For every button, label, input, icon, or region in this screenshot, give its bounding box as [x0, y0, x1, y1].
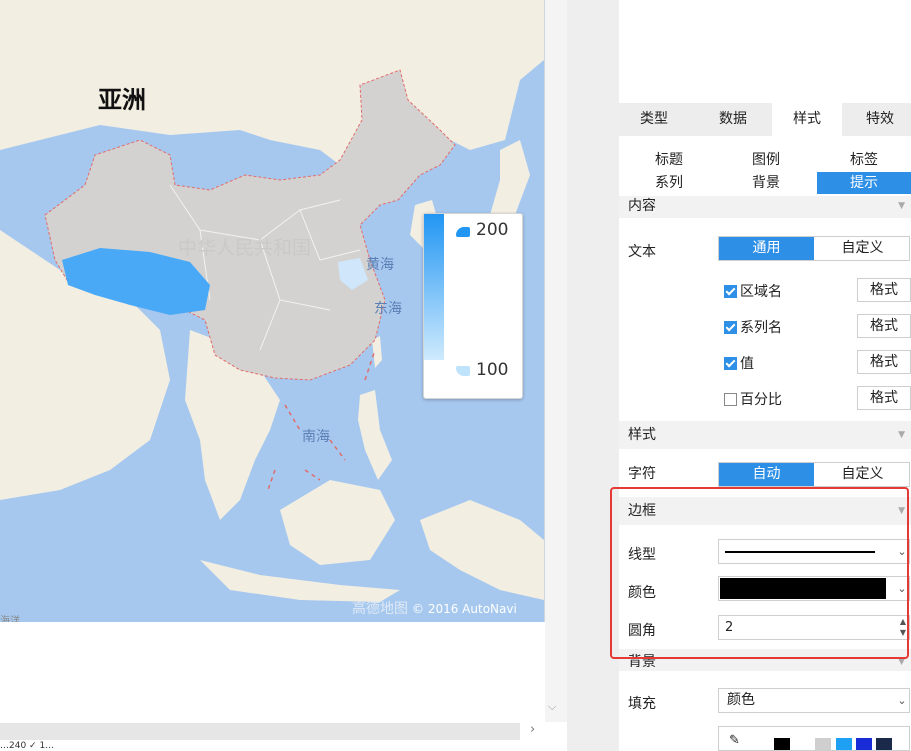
- legend-min-label: 100: [476, 360, 509, 380]
- char-label: 字符: [628, 466, 656, 482]
- visual-map-legend[interactable]: 200 100: [423, 213, 523, 399]
- swatch-gray[interactable]: [815, 738, 831, 750]
- subtab-background[interactable]: 背景: [721, 172, 811, 194]
- highlight-annotation: [610, 487, 909, 659]
- text-mode-toggle: 通用 自定义: [718, 236, 910, 261]
- checkbox-series-name[interactable]: 系列名: [724, 317, 782, 337]
- format-button-value[interactable]: 格式: [857, 350, 911, 374]
- subtab-tooltip[interactable]: 提示: [817, 172, 911, 194]
- subtab-label[interactable]: 标签: [817, 148, 911, 172]
- fill-label: 填充: [628, 696, 656, 712]
- subtab-title[interactable]: 标题: [624, 148, 714, 172]
- vertical-scrollbar[interactable]: [545, 0, 567, 722]
- chevron-down-icon: ▼: [898, 430, 905, 440]
- swatch-dark-blue[interactable]: [856, 738, 872, 750]
- section-style-label: 样式: [628, 427, 656, 443]
- sea-label-donghai: 东海: [374, 301, 402, 317]
- subtab-series[interactable]: 系列: [624, 172, 714, 194]
- canvas-blank-area: [0, 622, 544, 722]
- swatch-blue[interactable]: [836, 738, 852, 750]
- fill-select[interactable]: 颜色 ⌄: [718, 688, 910, 713]
- char-mode-auto[interactable]: 自动: [719, 463, 814, 486]
- eyedropper-icon[interactable]: ✎: [729, 733, 740, 748]
- checkbox-value[interactable]: 值: [724, 353, 754, 373]
- tab-effects[interactable]: 特效: [845, 103, 911, 136]
- chevron-down-icon[interactable]: ⌄: [895, 689, 909, 712]
- color-palette[interactable]: ✎: [718, 726, 910, 751]
- swatch-black[interactable]: [774, 738, 790, 750]
- checkbox-checked-icon[interactable]: [724, 284, 737, 298]
- checkbox-unchecked-icon[interactable]: [724, 392, 737, 406]
- checkbox-region-name[interactable]: 区域名: [724, 281, 782, 301]
- swatch-white[interactable]: [792, 738, 808, 750]
- subtab-legend[interactable]: 图例: [721, 148, 811, 172]
- sea-label-huanghai: 黄海: [366, 257, 394, 273]
- chevron-down-icon: ▼: [898, 201, 905, 211]
- scroll-down-icon[interactable]: ⌵: [548, 700, 556, 714]
- legend-gradient-bar[interactable]: [424, 214, 444, 360]
- checkbox-checked-icon[interactable]: [724, 356, 737, 370]
- checkbox-region-name-label: 区域名: [740, 284, 782, 300]
- panel-tabs: 类型 数据 样式 特效: [619, 103, 911, 136]
- swatch-navy[interactable]: [876, 738, 892, 750]
- tab-data[interactable]: 数据: [698, 103, 768, 136]
- checkbox-value-label: 值: [740, 356, 754, 372]
- scroll-right-icon[interactable]: ›: [530, 722, 535, 737]
- format-button-series-name[interactable]: 格式: [857, 314, 911, 338]
- text-mode-custom[interactable]: 自定义: [815, 237, 910, 260]
- text-mode-general[interactable]: 通用: [719, 237, 814, 260]
- map-chart[interactable]: 亚洲 中华人民共和国 黄海 东海 南海 海洋 高德地图 © 2016 AutoNa…: [0, 0, 545, 622]
- section-content-label: 内容: [628, 198, 656, 214]
- section-content[interactable]: 内容 ▼: [619, 196, 911, 218]
- legend-handle-max[interactable]: [456, 227, 470, 237]
- sheet-tabs-strip: …240 ✓ 1…: [0, 741, 55, 751]
- sea-edge-label: 海洋: [0, 616, 20, 622]
- fill-select-value: 颜色: [727, 692, 755, 708]
- horizontal-scrollbar[interactable]: [0, 723, 520, 740]
- char-mode-toggle: 自动 自定义: [718, 462, 910, 487]
- map-attribution: 高德地图 © 2016 AutoNavi: [352, 598, 517, 618]
- sea-label-nanhai: 南海: [302, 429, 330, 445]
- attribution-text: © 2016 AutoNavi: [412, 602, 517, 616]
- section-style[interactable]: 样式 ▼: [619, 421, 911, 449]
- country-label: 中华人民共和国: [178, 237, 312, 259]
- text-label: 文本: [628, 244, 656, 260]
- tab-type[interactable]: 类型: [619, 103, 689, 136]
- amap-logo: 高德地图: [352, 601, 408, 617]
- format-button-percent[interactable]: 格式: [857, 386, 911, 410]
- checkbox-percent[interactable]: 百分比: [724, 389, 782, 409]
- char-mode-custom[interactable]: 自定义: [815, 463, 910, 486]
- legend-max-label: 200: [476, 220, 509, 240]
- tab-style[interactable]: 样式: [772, 103, 842, 136]
- map-title: 亚洲: [98, 86, 146, 114]
- checkbox-series-name-label: 系列名: [740, 320, 782, 336]
- checkbox-percent-label: 百分比: [740, 392, 782, 408]
- format-button-region-name[interactable]: 格式: [857, 278, 911, 302]
- legend-handle-min[interactable]: [456, 366, 470, 376]
- checkbox-checked-icon[interactable]: [724, 320, 737, 334]
